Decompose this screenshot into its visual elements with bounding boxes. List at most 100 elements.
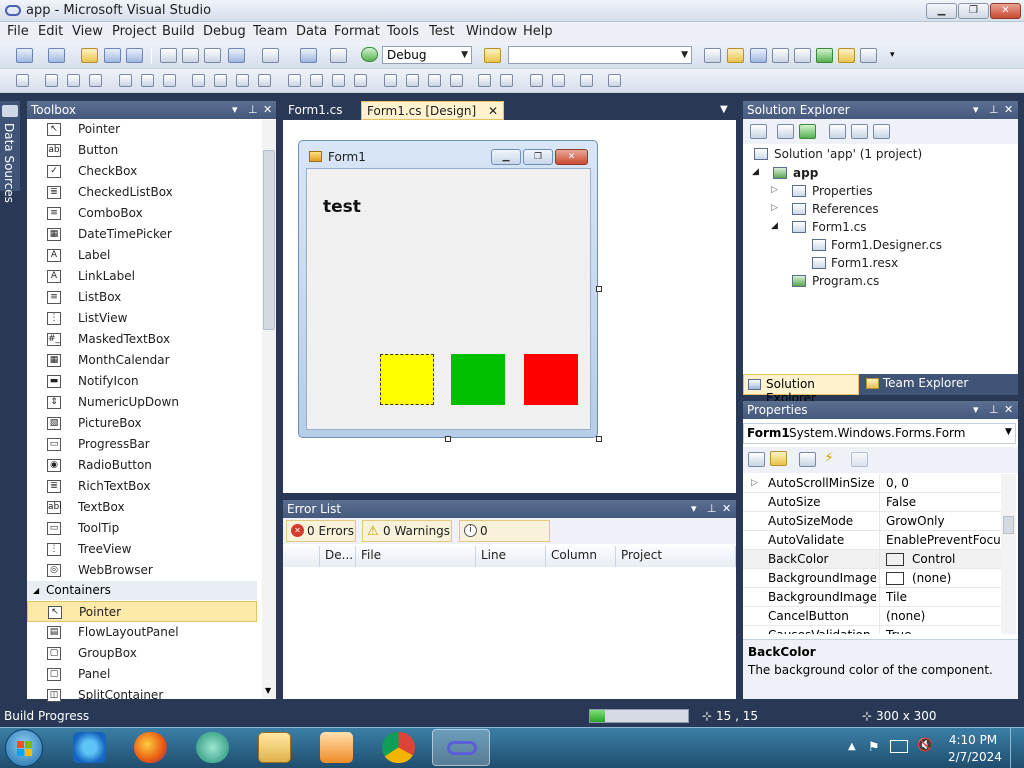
size-to-grid-icon[interactable] [214,74,227,87]
align-tops-icon[interactable] [119,74,132,87]
red-box[interactable] [524,354,578,405]
column-icon[interactable] [283,546,320,567]
yellow-box[interactable] [380,354,434,405]
decrease-vertical-spacing-icon[interactable] [428,74,441,87]
horizontal-spacing-equal-icon[interactable] [288,74,301,87]
network-icon[interactable] [890,740,908,753]
solution-node[interactable]: Solution 'app' (1 project) [774,147,922,161]
view-designer-icon[interactable] [851,124,868,139]
cut-icon[interactable] [160,48,177,63]
tab-order-icon[interactable] [608,74,621,87]
save-icon[interactable] [104,48,121,63]
toolbox-item[interactable]: ≡ ComboBox [27,203,257,224]
green-box[interactable] [451,354,505,405]
property-row[interactable]: BackgroundImageLa Tile [743,588,1001,607]
start-debugging-icon[interactable] [361,47,378,62]
property-row[interactable]: AutoValidate EnablePreventFocusCh [743,531,1001,550]
tab-form1-design[interactable]: Form1.cs [Design] ✕ [361,101,505,120]
solution-configuration-select[interactable]: Debug ▼ [382,46,472,64]
undo-icon[interactable] [228,48,245,63]
app-icon[interactable] [196,732,229,763]
align-lefts-icon[interactable] [45,74,58,87]
find-combo[interactable]: ▼ [508,46,692,64]
property-row[interactable]: AutoSizeMode GrowOnly [743,512,1001,531]
tab-dropdown-icon[interactable]: ▼ [720,104,728,115]
copy-icon[interactable] [182,48,199,63]
increase-vertical-spacing-icon[interactable] [406,74,419,87]
media-player-icon[interactable] [320,732,353,763]
dropdown-arrow-icon[interactable]: ▾ [973,101,979,119]
close-icon[interactable]: ✕ [263,101,272,119]
close-icon[interactable]: ✕ [722,500,731,518]
pin-icon[interactable]: ⊥ [989,101,999,119]
toolbox-group-containers[interactable]: ◢ Containers [27,581,257,600]
menu-tools[interactable]: Tools [387,24,419,39]
decrease-horizontal-spacing-icon[interactable] [332,74,345,87]
close-button[interactable]: ✕ [990,3,1021,19]
collapsed-arrow-icon[interactable]: ▷ [771,185,778,195]
bring-to-front-icon[interactable] [530,74,543,87]
menu-format[interactable]: Format [334,24,380,39]
data-sources-tab[interactable]: Data Sources [0,101,20,203]
collapsed-arrow-icon[interactable]: ▷ [771,203,778,213]
clock-time[interactable]: 4:10 PM [948,733,998,747]
resize-handle-bottom[interactable] [445,436,451,442]
properties-window-icon[interactable] [727,48,744,63]
make-same-width-icon[interactable] [192,74,205,87]
property-pages-icon[interactable] [851,452,868,467]
minimize-button[interactable]: ▁ [926,3,957,19]
find-in-files-icon[interactable] [484,48,501,63]
messages-filter-button[interactable]: i 0 Messages [459,520,550,558]
menu-window[interactable]: Window [466,24,517,39]
toolbox-scrollbar[interactable]: ▼ [262,120,276,698]
form1-resx-node[interactable]: Form1.resx [831,256,898,270]
toolbox-item[interactable]: ▭ ToolTip [27,518,257,539]
toolbox-item[interactable]: ▧ PictureBox [27,413,257,434]
menu-file[interactable]: File [7,24,29,39]
extension-manager-icon[interactable] [794,48,811,63]
expand-arrow-icon[interactable]: ◢ [771,221,778,231]
save-all-icon[interactable] [126,48,143,63]
action-center-flag-icon[interactable]: ⚑ [868,740,880,755]
pin-icon[interactable]: ⊥ [707,500,717,518]
pin-icon[interactable]: ⊥ [248,101,258,119]
alphabetical-icon[interactable] [770,451,787,466]
property-value[interactable]: (none) [879,569,1000,587]
volume-muted-icon[interactable]: 🔇 [917,738,933,753]
toolbox-item[interactable]: ▬ NotifyIcon [27,371,257,392]
column-description[interactable]: De... [320,546,356,567]
center-horizontally-icon[interactable] [478,74,491,87]
warnings-filter-button[interactable]: ⚠ 0 Warnings [362,520,452,542]
solution-explorer-icon[interactable] [704,48,721,63]
align-centers-icon[interactable] [67,74,80,87]
expand-arrow-icon[interactable]: ◢ [33,581,39,600]
refresh-icon[interactable] [799,124,816,139]
close-tab-icon[interactable]: ✕ [488,104,498,118]
property-row[interactable]: CancelButton (none) [743,607,1001,626]
redo-icon[interactable] [262,48,279,63]
menu-view[interactable]: View [72,24,103,39]
property-value[interactable]: Tile [879,588,1000,606]
show-all-files-icon[interactable] [777,124,794,139]
property-value[interactable]: GrowOnly [879,512,1000,530]
navigate-backward-icon[interactable] [300,48,317,63]
toolbox-item[interactable]: ≣ RichTextBox [27,476,257,497]
toolbox-item[interactable]: ◎ WebBrowser [27,560,257,581]
menu-test[interactable]: Test [429,24,455,39]
toolbox-item[interactable]: #_ MaskedTextBox [27,329,257,350]
make-same-size-icon[interactable] [258,74,271,87]
property-value[interactable]: Control [879,550,1000,568]
toolbox-item[interactable]: ▢ Panel [27,664,257,685]
toolbox-item[interactable]: ⇕ NumericUpDown [27,392,257,413]
expand-arrow-icon[interactable]: ◢ [752,167,759,177]
toolbox-item[interactable]: abl TextBox [27,497,257,518]
toolbox-item[interactable]: ⋮ ListView [27,308,257,329]
toolbox-item[interactable]: ▦ MonthCalendar [27,350,257,371]
toolbox-item[interactable]: ✓ CheckBox [27,161,257,182]
properties-node[interactable]: Properties [812,184,873,198]
column-line[interactable]: Line [476,546,546,567]
toolbox-item[interactable]: ≡ ListBox [27,287,257,308]
toolbox-item[interactable]: ≣ CheckedListBox [27,182,257,203]
send-to-back-icon[interactable] [552,74,565,87]
references-node[interactable]: References [812,202,879,216]
